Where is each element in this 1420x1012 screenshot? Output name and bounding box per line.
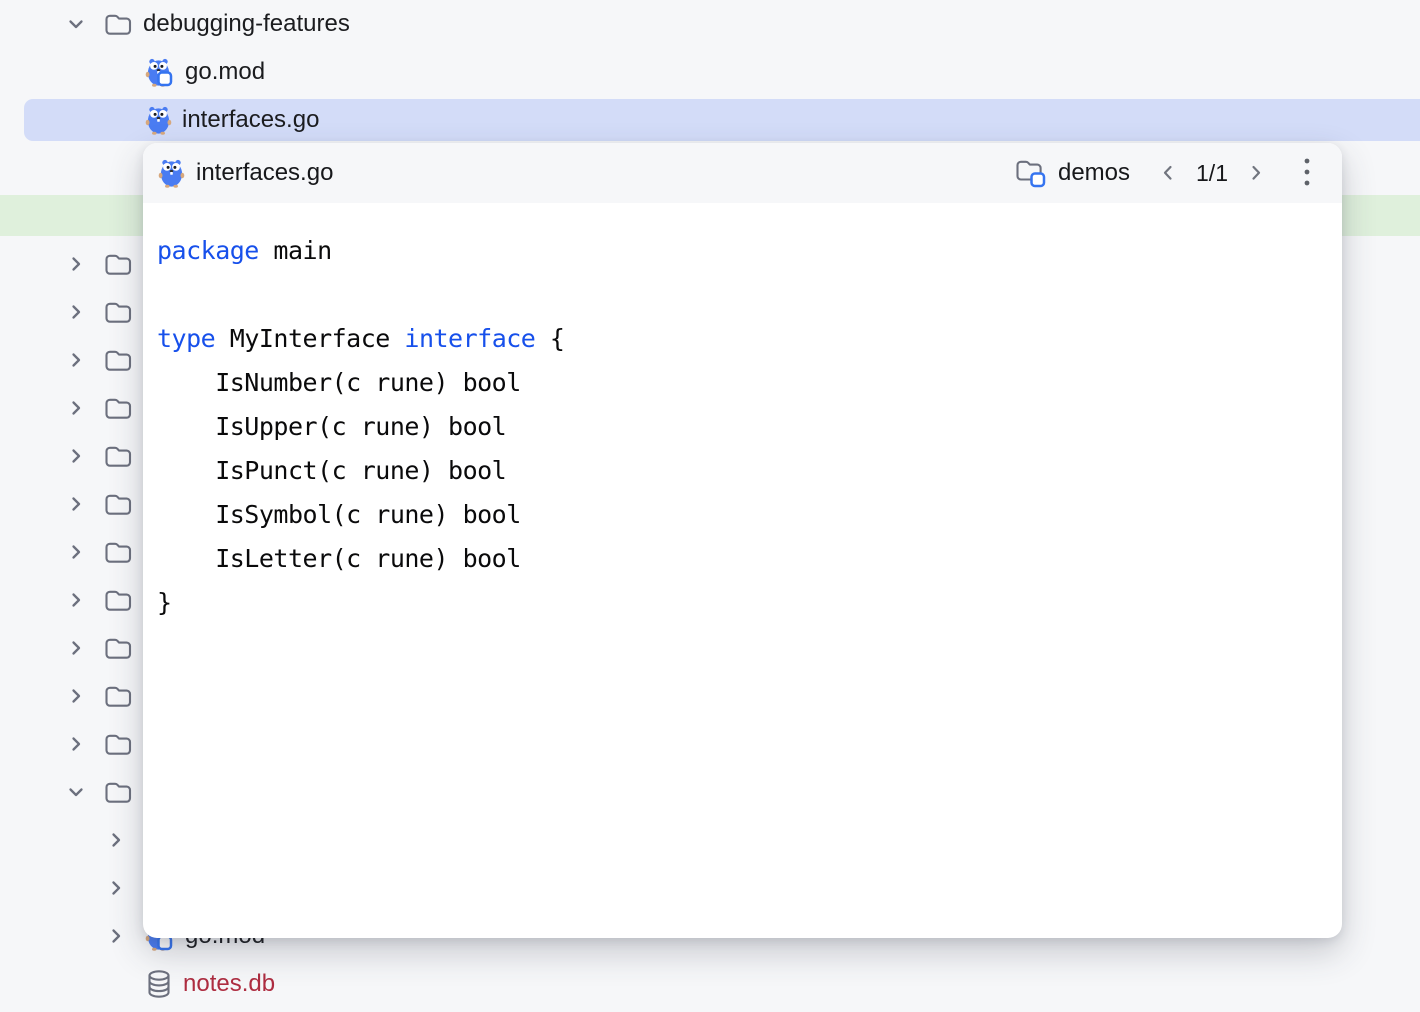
chevron-right-icon[interactable] bbox=[64, 396, 88, 420]
code-line: } bbox=[157, 581, 1322, 625]
folder-icon bbox=[103, 683, 133, 710]
preview-location-breadcrumb[interactable]: demos bbox=[1013, 157, 1130, 189]
chevron-down-icon[interactable] bbox=[64, 12, 88, 36]
database-icon bbox=[145, 968, 173, 1000]
chevron-right-icon[interactable] bbox=[104, 828, 128, 852]
chevron-right-icon[interactable] bbox=[64, 732, 88, 756]
folder-icon bbox=[103, 587, 133, 614]
chevron-right-icon[interactable] bbox=[64, 492, 88, 516]
folder-icon bbox=[103, 299, 133, 326]
tree-row[interactable]: notes.db bbox=[0, 960, 1420, 1008]
code-line: IsLetter(c rune) bool bbox=[157, 537, 1322, 581]
folder-icon bbox=[103, 395, 133, 422]
chevron-right-icon[interactable] bbox=[64, 252, 88, 276]
tree-row[interactable]: debugging-features bbox=[0, 0, 1420, 48]
chevron-right-icon[interactable] bbox=[64, 300, 88, 324]
folder-icon bbox=[103, 251, 133, 278]
code-line: IsNumber(c rune) bool bbox=[157, 361, 1322, 405]
next-match-button[interactable] bbox=[1244, 161, 1268, 185]
module-folder-icon bbox=[1013, 157, 1049, 189]
kebab-menu-icon[interactable] bbox=[1302, 156, 1312, 190]
file-preview-popup: interfaces.go demos 1/1 package main typ… bbox=[143, 143, 1342, 938]
tree-item-label: notes.db bbox=[183, 972, 275, 996]
code-line: IsPunct(c rune) bool bbox=[157, 449, 1322, 493]
preview-file-title: interfaces.go bbox=[196, 159, 333, 187]
chevron-right-icon[interactable] bbox=[64, 348, 88, 372]
code-line: IsSymbol(c rune) bool bbox=[157, 493, 1322, 537]
tree-row[interactable]: interfaces.go bbox=[0, 96, 1420, 144]
chevron-right-icon[interactable] bbox=[64, 636, 88, 660]
folder-icon bbox=[103, 731, 133, 758]
folder-icon bbox=[103, 779, 133, 806]
go-file-icon bbox=[145, 105, 172, 135]
chevron-right-icon[interactable] bbox=[64, 444, 88, 468]
match-counter: 1/1 bbox=[1196, 160, 1228, 187]
code-line: IsUpper(c rune) bool bbox=[157, 405, 1322, 449]
folder-icon bbox=[103, 443, 133, 470]
tree-item-label: interfaces.go bbox=[182, 108, 319, 132]
chevron-right-icon[interactable] bbox=[64, 684, 88, 708]
chevron-right-icon[interactable] bbox=[104, 876, 128, 900]
preview-location-label: demos bbox=[1058, 159, 1130, 187]
chevron-right-icon[interactable] bbox=[64, 588, 88, 612]
folder-icon bbox=[103, 635, 133, 662]
go-mod-icon bbox=[145, 57, 175, 87]
folder-icon bbox=[103, 347, 133, 374]
chevron-down-icon[interactable] bbox=[64, 780, 88, 804]
code-line: package main bbox=[157, 229, 1322, 273]
code-line bbox=[157, 273, 1322, 317]
folder-icon bbox=[103, 491, 133, 518]
preview-header-controls: demos 1/1 bbox=[1013, 156, 1312, 190]
tree-item-label: debugging-features bbox=[143, 12, 350, 36]
tree-row[interactable]: go.mod bbox=[0, 48, 1420, 96]
previous-match-button[interactable] bbox=[1156, 161, 1180, 185]
go-file-icon bbox=[158, 158, 185, 188]
code-line: type MyInterface interface { bbox=[157, 317, 1322, 361]
folder-icon bbox=[103, 11, 133, 38]
chevron-right-icon[interactable] bbox=[104, 924, 128, 948]
chevron-right-icon[interactable] bbox=[64, 540, 88, 564]
folder-icon bbox=[103, 539, 133, 566]
preview-popup-header: interfaces.go demos 1/1 bbox=[143, 143, 1342, 203]
tree-item-label: go.mod bbox=[185, 60, 265, 84]
code-preview: package main type MyInterface interface … bbox=[143, 203, 1342, 625]
